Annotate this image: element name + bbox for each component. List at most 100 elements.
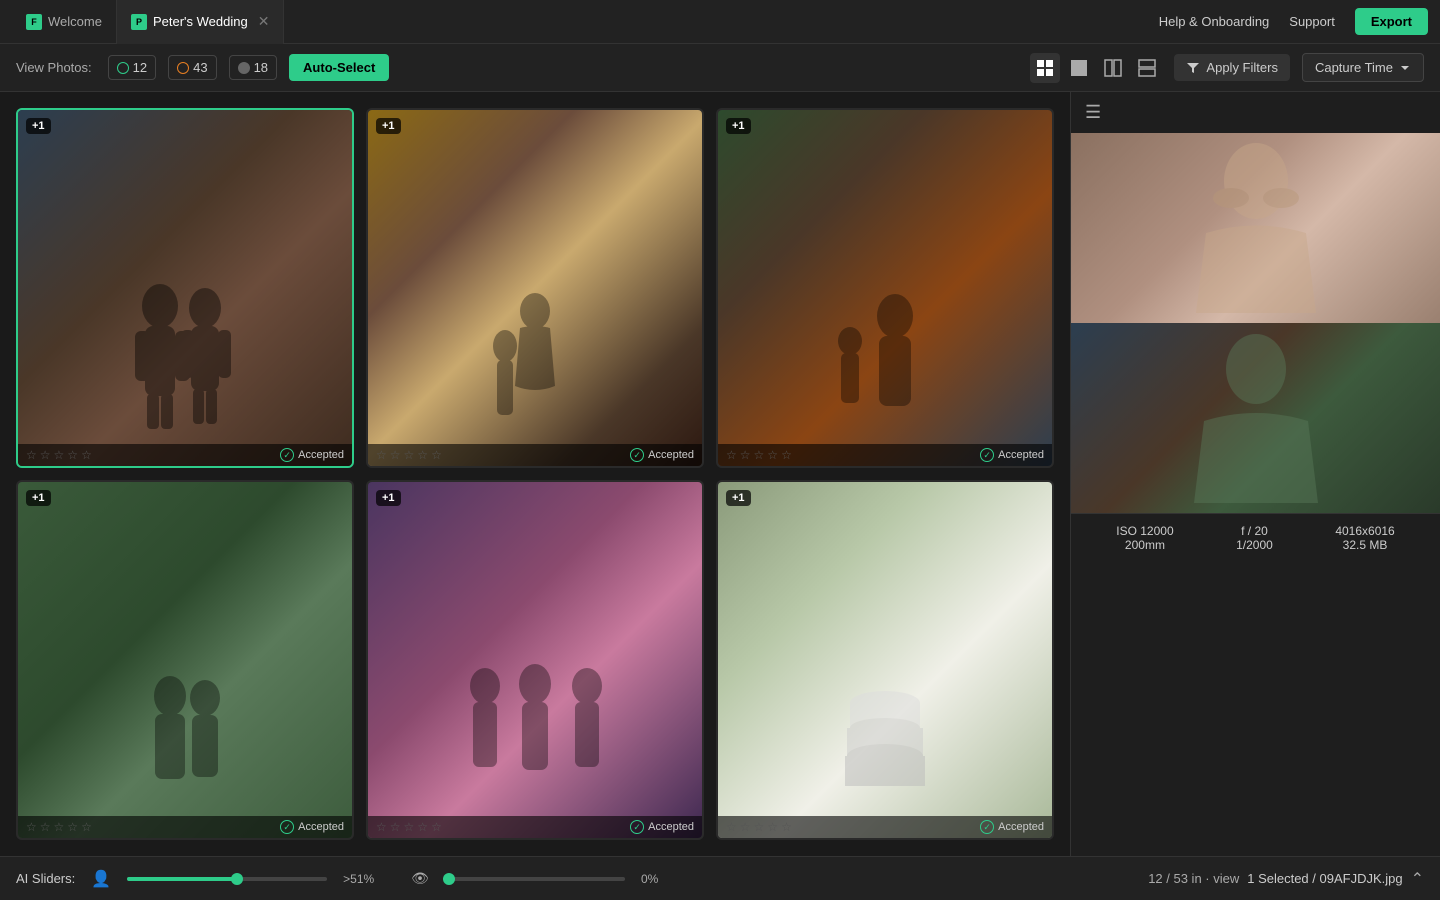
bottom-bar: AI Sliders: 👤 >51% 👁 0% 12 / 53 in · vie… (0, 856, 1440, 900)
shutter-value: 1/2000 (1236, 538, 1273, 552)
accepted-badge-1: ✓ Accepted (280, 448, 344, 462)
dot-green (117, 62, 129, 74)
stars-6: ☆ ☆ ☆ ☆ ☆ (726, 820, 792, 834)
accepted-label-4: Accepted (298, 821, 344, 833)
export-button[interactable]: Export (1355, 8, 1428, 35)
stars-3: ☆ ☆ ☆ ☆ ☆ (726, 448, 792, 462)
aperture-value: f / 20 (1236, 524, 1273, 538)
photo-card-2[interactable]: +1 ☆ ☆ ☆ ☆ ☆ ✓ Accepted (366, 108, 704, 468)
photo-card-5[interactable]: +1 ☆ ☆ ☆ ☆ ☆ ✓ Accepted (366, 480, 704, 840)
close-tab-icon[interactable]: ✕ (258, 13, 270, 30)
filter-icon (1186, 61, 1200, 75)
stars-1: ☆ ☆ ☆ ☆ ☆ (26, 448, 92, 462)
photo-card-4[interactable]: +1 ☆ ☆ ☆ ☆ ☆ ✓ Accepted (16, 480, 354, 840)
ai-sliders-label: AI Sliders: (16, 871, 75, 886)
single-view-icon[interactable] (1064, 53, 1094, 83)
split-view-left-icon[interactable] (1098, 53, 1128, 83)
tab-wedding-label: Peter's Wedding (153, 14, 248, 29)
photo-footer-4: ☆ ☆ ☆ ☆ ☆ ✓ Accepted (18, 816, 352, 838)
star: ☆ (81, 448, 92, 462)
auto-select-button[interactable]: Auto-Select (289, 54, 389, 81)
accepted-badge-2: ✓ Accepted (630, 448, 694, 462)
help-link[interactable]: Help & Onboarding (1159, 14, 1270, 29)
check-icon-6: ✓ (980, 820, 994, 834)
support-link[interactable]: Support (1289, 14, 1335, 29)
photo-badge-4: +1 (26, 490, 51, 506)
star: ☆ (26, 448, 37, 462)
toolbar: View Photos: 12 43 18 Auto-Select Apply … (0, 44, 1440, 92)
silhouette-3 (795, 286, 975, 436)
slider-2-track[interactable] (445, 877, 625, 881)
accepted-badge-4: ✓ Accepted (280, 820, 344, 834)
stars-2: ☆ ☆ ☆ ☆ ☆ (376, 448, 442, 462)
slider-1-track[interactable] (127, 877, 327, 881)
photo-card-6[interactable]: +1 ☆ ☆ ☆ ☆ ☆ ✓ Accepted (716, 480, 1054, 840)
accepted-badge-3: ✓ Accepted (980, 448, 1044, 462)
split-view-right-icon[interactable] (1132, 53, 1162, 83)
photo-grid: +1 ☆ ☆ ☆ ☆ ☆ ✓ Accepted (0, 92, 1070, 856)
silhouette-5 (425, 658, 645, 808)
star: ☆ (40, 448, 51, 462)
sort-button[interactable]: Capture Time (1302, 53, 1424, 82)
cake-silhouette (805, 668, 965, 808)
tab-peters-wedding[interactable]: P Peter's Wedding ✕ (117, 0, 284, 44)
photo-card-3[interactable]: +1 ☆ ☆ ☆ ☆ ☆ ✓ Accepted (716, 108, 1054, 468)
photo-footer-6: ☆ ☆ ☆ ☆ ☆ ✓ Accepted (718, 816, 1052, 838)
view-photos-label: View Photos: (16, 60, 92, 75)
meta-aperture: f / 20 1/2000 (1236, 524, 1273, 552)
bottom-status: 12 / 53 in · view 1 Selected / 09AFJDJK.… (1148, 869, 1424, 889)
photo-footer-2: ☆ ☆ ☆ ☆ ☆ ✓ Accepted (368, 444, 702, 466)
nav-right: Help & Onboarding Support Export (1159, 8, 1428, 35)
dot-gray (238, 62, 250, 74)
wedding-tab-logo: P (131, 14, 147, 30)
filter-label: Apply Filters (1206, 60, 1278, 75)
slider-1-container (127, 877, 327, 881)
meta-iso: ISO 12000 200mm (1116, 524, 1173, 552)
count-12: 12 (133, 60, 147, 75)
check-icon-4: ✓ (280, 820, 294, 834)
slider-1-fill (127, 877, 237, 881)
star: ☆ (54, 448, 65, 462)
silhouette-1 (85, 276, 285, 436)
right-panel: ☰ ISO 12000 200mm f / 20 (1070, 92, 1440, 856)
eye-icon: 👁 (411, 870, 429, 887)
grid-view-icon[interactable] (1030, 53, 1060, 83)
photo-image-5 (368, 482, 702, 838)
accepted-badge-5: ✓ Accepted (630, 820, 694, 834)
slider-2-pct: 0% (641, 872, 671, 886)
slider-1-pct: >51% (343, 872, 383, 886)
focal-value: 200mm (1116, 538, 1173, 552)
stars-4: ☆ ☆ ☆ ☆ ☆ (26, 820, 92, 834)
tab-welcome-label: Welcome (48, 14, 102, 29)
count-18: 18 (254, 60, 268, 75)
preview-image-top[interactable] (1071, 133, 1440, 323)
dot-orange (177, 62, 189, 74)
photo-image-6 (718, 482, 1052, 838)
top-nav: F Welcome P Peter's Wedding ✕ Help & Onb… (0, 0, 1440, 44)
chevron-up-icon[interactable]: ⌃ (1411, 869, 1424, 889)
iso-value: ISO 12000 (1116, 524, 1173, 538)
silhouette-2 (445, 286, 625, 436)
preview-image-bottom[interactable] (1071, 323, 1440, 513)
tab-welcome[interactable]: F Welcome (12, 0, 117, 44)
check-icon-2: ✓ (630, 448, 644, 462)
check-icon-5: ✓ (630, 820, 644, 834)
apply-filters-button[interactable]: Apply Filters (1174, 54, 1290, 81)
slider-2-thumb[interactable] (443, 873, 455, 885)
slider-1-thumb[interactable] (231, 873, 243, 885)
photo-badge-2: +1 (376, 118, 401, 134)
photo-image-3 (718, 110, 1052, 466)
resolution-value: 4016x6016 (1335, 524, 1394, 538)
photo-badge-6: +1 (726, 490, 751, 506)
view-count-43[interactable]: 43 (168, 55, 216, 80)
menu-icon[interactable]: ☰ (1071, 92, 1440, 133)
view-status: 12 / 53 in · view (1148, 871, 1239, 886)
person-icon: 👤 (91, 869, 111, 889)
view-count-12[interactable]: 12 (108, 55, 156, 80)
photo-card-1[interactable]: +1 ☆ ☆ ☆ ☆ ☆ ✓ Accepted (16, 108, 354, 468)
meta-resolution: 4016x6016 32.5 MB (1335, 524, 1394, 552)
accepted-label-3: Accepted (998, 449, 1044, 461)
filesize-value: 32.5 MB (1335, 538, 1394, 552)
view-count-18[interactable]: 18 (229, 55, 277, 80)
photo-footer-3: ☆ ☆ ☆ ☆ ☆ ✓ Accepted (718, 444, 1052, 466)
